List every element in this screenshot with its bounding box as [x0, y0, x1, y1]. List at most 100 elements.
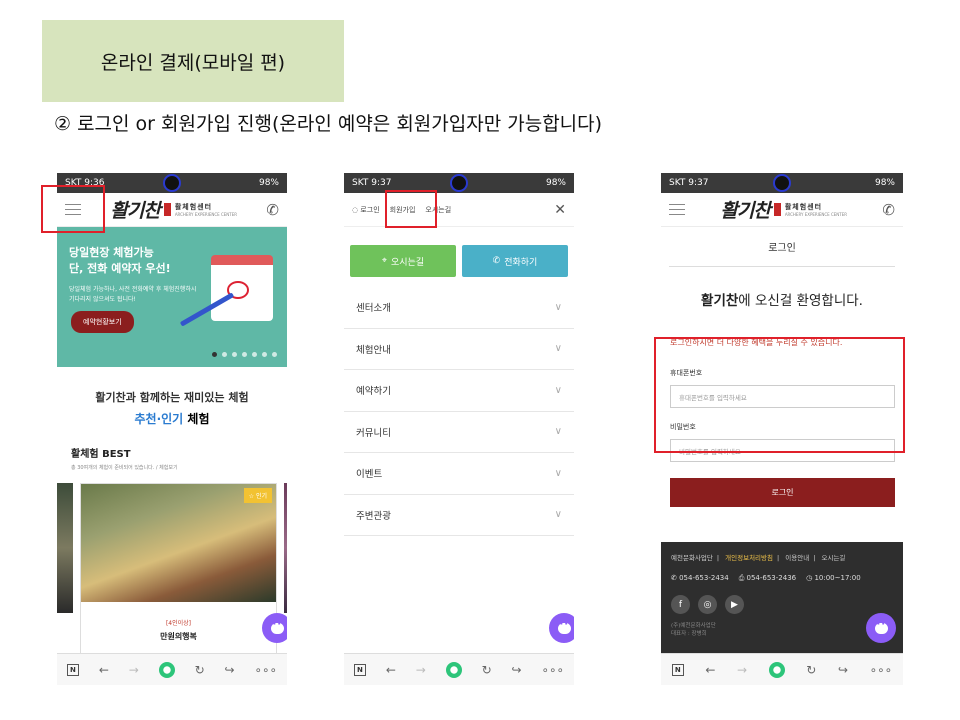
center-sub: ARCHERY EXPERIENCE CENTER [174, 212, 238, 217]
instagram-icon[interactable]: ◎ [698, 595, 717, 614]
forward-icon[interactable]: → [129, 663, 139, 677]
carousel-prev-card[interactable] [57, 483, 73, 613]
chat-button[interactable] [549, 613, 574, 643]
camera-cutout [163, 174, 181, 192]
highlight-signup-link [385, 190, 437, 228]
forward-icon[interactable]: → [416, 663, 426, 677]
more-icon[interactable]: ∘∘∘ [541, 663, 564, 677]
share-icon[interactable]: ↪ [512, 663, 522, 677]
footer-hours: ◷ 10:00~17:00 [806, 574, 861, 582]
home-icon[interactable] [445, 661, 462, 678]
browser-nav-bar: N ← → ↻ ↪ ∘∘∘ [57, 653, 287, 685]
call-icon: ✆ [492, 256, 501, 266]
back-icon[interactable]: ← [99, 663, 109, 677]
welcome-rest: 에 오신걸 환영합니다. [738, 293, 863, 309]
menu-quick-buttons: ⌖ 오시는길 ✆ 전화하기 [344, 227, 574, 287]
intro-section: 활기찬과 함께하는 재미있는 체험 추천·인기 체험 [57, 389, 287, 427]
naver-icon[interactable]: N [66, 663, 79, 676]
home-icon[interactable] [768, 661, 785, 678]
chevron-down-icon: ∨ [554, 301, 562, 313]
naver-icon[interactable]: N [671, 663, 684, 676]
best-subtitle[interactable]: 총 30여개의 체험이 준비되어 있습니다. / 체험보기 [71, 464, 273, 471]
login-page-title: 로그인 [669, 227, 895, 267]
center-name: 활체험센터 [174, 203, 213, 211]
back-icon[interactable]: ← [386, 663, 396, 677]
more-icon[interactable]: ∘∘∘ [254, 663, 277, 677]
call-icon[interactable]: ✆ [266, 201, 279, 219]
footer-link-directions[interactable]: 오시는길 [821, 554, 845, 562]
carousel-dots[interactable] [212, 352, 277, 357]
best-section: 활체험 BEST 총 30여개의 체험이 준비되어 있습니다. / 체험보기 [57, 445, 287, 471]
refresh-icon[interactable]: ↻ [195, 663, 205, 677]
naver-icon[interactable]: N [353, 663, 366, 676]
menu-item-label: 센터소개 [356, 303, 391, 315]
menu-login-link[interactable]: ◌ 로그인 [352, 205, 380, 215]
status-bar: SKT 9:37 98% [344, 173, 574, 193]
call-button[interactable]: ✆ 전화하기 [462, 245, 568, 277]
footer-links: 예천문화사업단 | 개인정보처리방침 | 이용안내 | 오시는길 [671, 554, 846, 562]
best-title: 활체험 BEST [71, 449, 131, 460]
menu-item-community[interactable]: 커뮤니티 ∨ [344, 412, 574, 453]
social-links: f ◎ ▶ [671, 595, 893, 614]
call-icon[interactable]: ✆ [882, 201, 895, 219]
menu-icon[interactable] [669, 203, 685, 216]
phone-home-screen: SKT 9:36 98% 활기찬 활체험센터 ARCHERY EXPERIENCE… [57, 173, 287, 685]
facebook-icon[interactable]: f [671, 595, 690, 614]
footer-link-org[interactable]: 예천문화사업단 [671, 554, 713, 562]
directions-button-label: 오시는길 [390, 257, 425, 268]
logo-seal-icon [773, 203, 781, 216]
home-icon[interactable] [158, 661, 175, 678]
menu-item-label: 주변관광 [356, 510, 391, 522]
carrier-time: SKT 9:37 [352, 178, 392, 188]
refresh-icon[interactable]: ↻ [482, 663, 492, 677]
camera-cutout [773, 174, 791, 192]
footer-link-guide[interactable]: 이용안내 [785, 554, 809, 562]
menu-item-event[interactable]: 이벤트 ∨ [344, 453, 574, 495]
footer-company: (주)예천문화사업단 [671, 623, 716, 629]
forward-icon[interactable]: → [737, 663, 747, 677]
menu-item-label: 체험안내 [356, 344, 391, 356]
intro-rest: 체험 [183, 412, 210, 426]
chat-bubble-icon [557, 619, 571, 634]
chat-bubble-icon [270, 619, 284, 634]
welcome-brand: 활기찬 [701, 293, 739, 309]
experience-card[interactable]: ☆ 인기 [4인이상] 만원의행복 [80, 483, 277, 663]
menu-item-reservation[interactable]: 예약하기 ∨ [344, 370, 574, 412]
carousel-next-card[interactable] [284, 483, 287, 613]
chevron-down-icon: ∨ [554, 426, 562, 438]
chevron-down-icon: ∨ [554, 467, 562, 479]
more-icon[interactable]: ∘∘∘ [870, 663, 893, 677]
share-icon[interactable]: ↪ [838, 663, 848, 677]
chat-button[interactable] [262, 613, 287, 643]
login-button[interactable]: 로그인 [670, 478, 895, 507]
refresh-icon[interactable]: ↻ [806, 663, 816, 677]
battery-level: 98% [258, 178, 279, 188]
footer-link-privacy[interactable]: 개인정보처리방침 [725, 554, 773, 562]
highlight-login-form [654, 337, 905, 453]
menu-item-tourism[interactable]: 주변관광 ∨ [344, 495, 574, 536]
youtube-icon[interactable]: ▶ [725, 595, 744, 614]
site-logo[interactable]: 활기찬 활체험센터 ARCHERY EXPERIENCE CENTER [720, 196, 847, 223]
welcome-message: 활기찬에 오신걸 환영합니다. [661, 289, 903, 309]
intro-highlight: 추천·인기 [134, 412, 184, 426]
share-icon[interactable]: ↪ [225, 663, 235, 677]
slide-subtitle: ② 로그인 or 회원가입 진행(온라인 예약은 회원가입자만 가능합니다) [54, 113, 603, 135]
slide-title: 온라인 결제(모바일 편) [42, 20, 344, 102]
site-footer: 예천문화사업단 | 개인정보처리방침 | 이용안내 | 오시는길 ✆ 054-653-… [661, 542, 903, 653]
menu-item-center[interactable]: 센터소개 ∨ [344, 287, 574, 329]
calendar-illustration-icon [211, 255, 273, 321]
menu-item-experience[interactable]: 체험안내 ∨ [344, 329, 574, 370]
chat-button[interactable] [866, 613, 896, 643]
site-logo[interactable]: 활기찬 활체험센터 ARCHERY EXPERIENCE CENTER [110, 196, 237, 223]
footer-fax: ⎙ 054-653-2436 [738, 574, 797, 582]
browser-nav-bar: N ← → ↻ ↪ ∘∘∘ [344, 653, 574, 685]
chevron-down-icon: ∨ [554, 343, 562, 355]
promo-banner[interactable]: 당일현장 체험가능 단, 전화 예약자 우선! 당일체험 가능하나, 사전 전화… [57, 227, 287, 367]
menu-item-label: 예약하기 [356, 386, 391, 398]
close-icon[interactable]: ✕ [554, 202, 566, 218]
reservation-status-button[interactable]: 예약현황보기 [71, 311, 134, 333]
footer-tel[interactable]: ✆ 054-653-2434 [671, 574, 729, 583]
back-icon[interactable]: ← [705, 663, 715, 677]
menu-top-bar: ◌ 로그인 회원가입 오시는길 ✕ [344, 193, 574, 227]
directions-button[interactable]: ⌖ 오시는길 [350, 245, 456, 277]
